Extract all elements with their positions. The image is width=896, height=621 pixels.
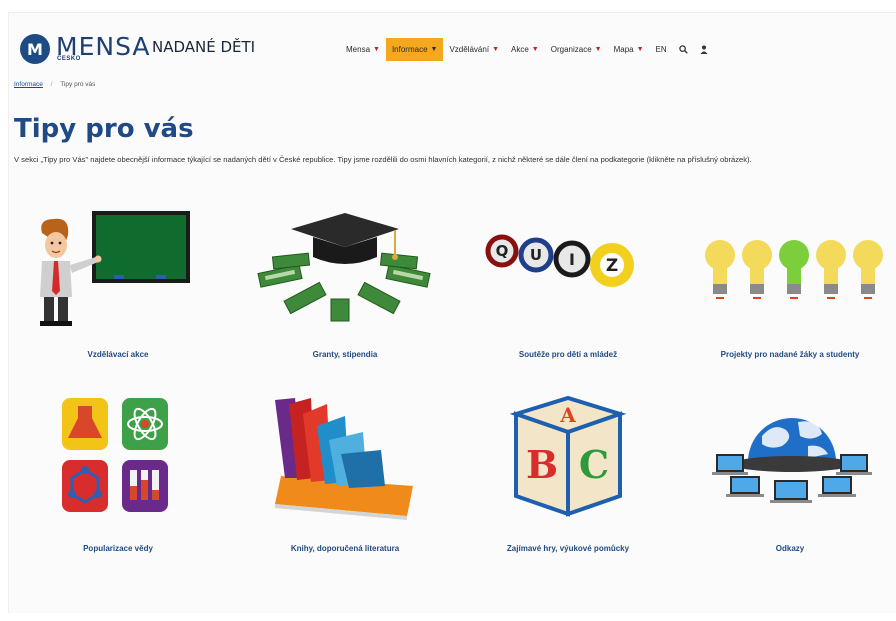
nav-item-mapa[interactable]: Mapa ▼ [608,38,650,61]
caret-down-icon: ▼ [373,46,380,53]
teacher-board-icon [18,205,218,330]
breadcrumb-link-informace[interactable]: Informace [14,81,43,88]
quiz-letter: U [530,246,542,264]
nav-label: Mensa [346,45,371,54]
abc-cube-icon: A B C [468,392,668,517]
tile-hry-pomucky[interactable]: A B C Zajímavé hry, výukové pomůcky [468,392,668,553]
nav-item-informace[interactable]: Informace ▼ [385,38,444,61]
breadcrumb-current: Tipy pro vás [60,81,96,88]
main-nav: Mensa ▼ Informace ▼ Vzdělávání ▼ Akce ▼ … [340,38,714,61]
cube-letter: C [579,442,609,487]
user-icon [700,45,708,54]
page-title: Tipy pro vás [14,114,194,144]
tile-caption: Projekty pro nadané žáky a studenty [720,350,860,359]
quiz-letter: Z [606,256,618,276]
tile-granty-stipendia[interactable]: Granty, stipendia [245,205,445,359]
tile-projekty[interactable]: Projekty pro nadané žáky a studenty [690,205,890,359]
mensa-logo-icon[interactable]: M [20,34,50,64]
graduation-cap-money-icon [245,205,445,330]
tile-souteze[interactable]: Q U I Z Soutěže pro děti a mládež [468,205,668,359]
light-bulbs-icon [690,205,890,330]
tile-caption: Zajímavé hry, výukové pomůcky [506,544,630,553]
nav-label: Organizace [550,45,592,54]
logo-subtext: ČESKO [57,56,81,62]
site-name[interactable]: NADANÉ DĚTI [152,38,255,56]
nav-label: Mapa [613,45,634,54]
quiz-letter: I [569,250,575,269]
tile-knihy[interactable]: Knihy, doporučená literatura [245,392,445,553]
nav-item-vzdelavani[interactable]: Vzdělávání ▼ [443,38,505,61]
cube-letter: A [559,403,576,427]
breadcrumb: Informace / Tipy pro vás [14,81,95,88]
caret-down-icon: ▼ [594,46,602,53]
nav-item-organizace[interactable]: Organizace ▼ [545,38,608,61]
search-button[interactable] [673,38,694,61]
tile-caption: Odkazy [775,544,805,553]
logo-initials: M [27,39,43,59]
tile-caption: Knihy, doporučená literatura [290,544,400,553]
tile-caption: Granty, stipendia [312,350,378,359]
nav-label: Akce [511,45,529,54]
quiz-letter: Q [496,242,509,260]
caret-down-icon: ▼ [430,46,438,53]
nav-label: Vzdělávání [449,45,490,54]
nav-label: Informace [391,45,428,54]
caret-down-icon: ▼ [636,46,644,53]
intro-text: V sekci „Tipy pro Vás" najdete obecnější… [14,155,752,164]
user-button[interactable] [694,38,714,61]
tile-caption: Soutěže pro děti a mládež [518,350,618,359]
tile-odkazy[interactable]: Odkazy [690,392,890,553]
tile-caption: Popularizace vědy [83,544,153,553]
books-icon [245,392,445,520]
tile-caption: Vzdělávací akce [87,350,149,359]
language-switch-en[interactable]: EN [650,38,673,61]
search-icon [678,45,688,54]
nav-item-akce[interactable]: Akce ▼ [505,38,545,61]
globe-laptops-icon [690,392,890,517]
caret-down-icon: ▼ [531,46,539,53]
science-icons-icon [18,392,218,517]
nav-item-mensa[interactable]: Mensa ▼ [340,38,386,61]
tile-vzdelavaci-akce[interactable]: Vzdělávací akce [18,205,218,359]
caret-down-icon: ▼ [492,46,499,53]
tile-popularizace-vedy[interactable]: Popularizace vědy [18,392,218,553]
quiz-balls-icon: Q U I Z [468,205,668,330]
cube-letter: B [526,442,558,487]
breadcrumb-separator: / [50,81,53,88]
